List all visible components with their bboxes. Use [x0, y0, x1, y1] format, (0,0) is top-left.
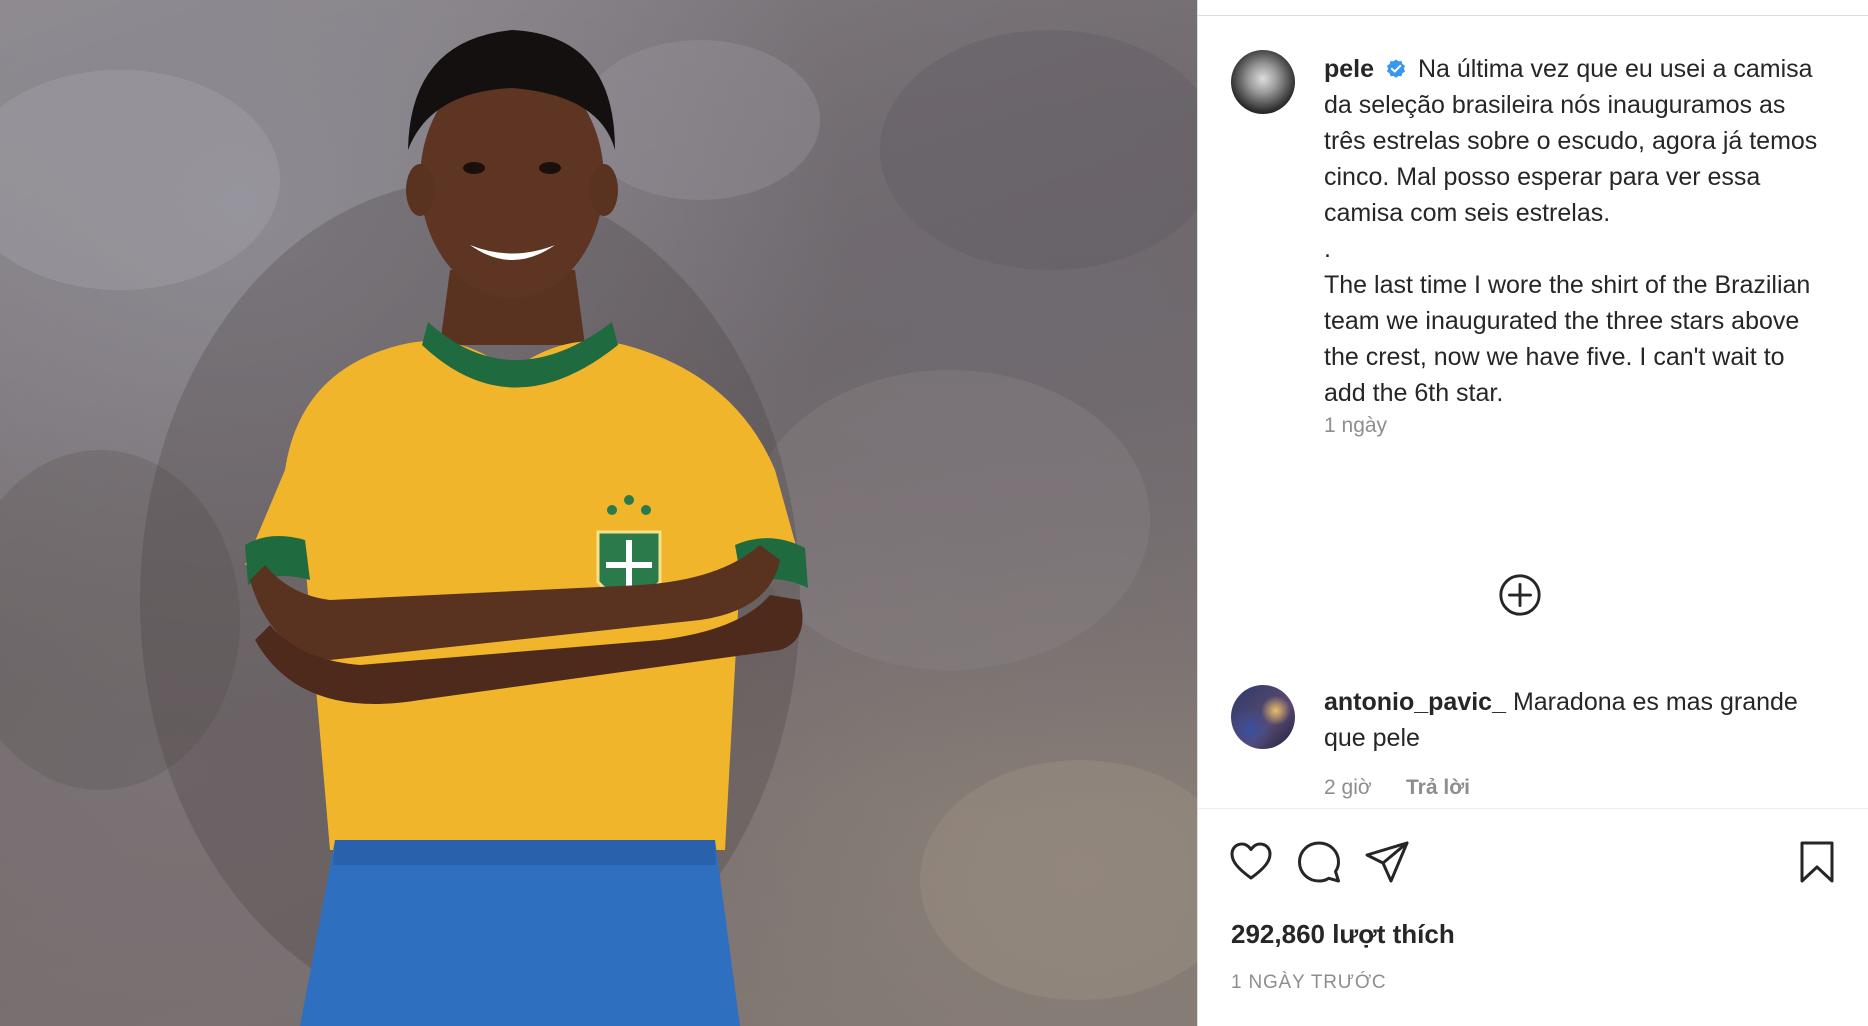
plus-circle-icon[interactable]	[1497, 572, 1543, 618]
verified-badge-icon	[1387, 59, 1405, 78]
post-date[interactable]: 1 NGÀY TRƯỚC	[1231, 972, 1386, 994]
reply-button[interactable]: Trả lời	[1406, 776, 1470, 800]
comment-bubble-icon[interactable]	[1295, 838, 1343, 886]
author-username[interactable]: pele	[1324, 55, 1374, 83]
divider	[1198, 808, 1868, 809]
heart-icon[interactable]	[1227, 838, 1275, 886]
commenter-avatar[interactable]	[1231, 685, 1295, 749]
player-illustration	[0, 30, 1197, 1026]
caption-text-pt: Na última vez que eu usei a camisa da se…	[1324, 55, 1818, 227]
comment-item: antonio_pavic_ Maradona es mas grande qu…	[1324, 684, 1824, 756]
caption-separator: .	[1324, 235, 1331, 263]
author-avatar[interactable]	[1231, 50, 1295, 114]
comment-timestamp[interactable]: 2 giờ	[1324, 776, 1372, 800]
likes-count[interactable]: 292,860 lượt thích	[1231, 919, 1455, 950]
caption-timestamp[interactable]: 1 ngày	[1324, 414, 1387, 438]
instagram-post: pele Na última vez que eu usei a camisa …	[0, 0, 1868, 1026]
post-side-panel: pele Na última vez que eu usei a camisa …	[1197, 0, 1868, 1026]
commenter-username[interactable]: antonio_pavic_	[1324, 688, 1506, 716]
post-caption: pele Na última vez que eu usei a camisa …	[1324, 51, 1824, 411]
post-photo[interactable]	[0, 0, 1197, 1026]
paper-plane-icon[interactable]	[1363, 838, 1411, 886]
caption-text-en: The last time I wore the shirt of the Br…	[1324, 271, 1811, 407]
bookmark-icon[interactable]	[1793, 838, 1841, 886]
comments-section[interactable]: pele Na última vez que eu usei a camisa …	[1198, 16, 1868, 808]
